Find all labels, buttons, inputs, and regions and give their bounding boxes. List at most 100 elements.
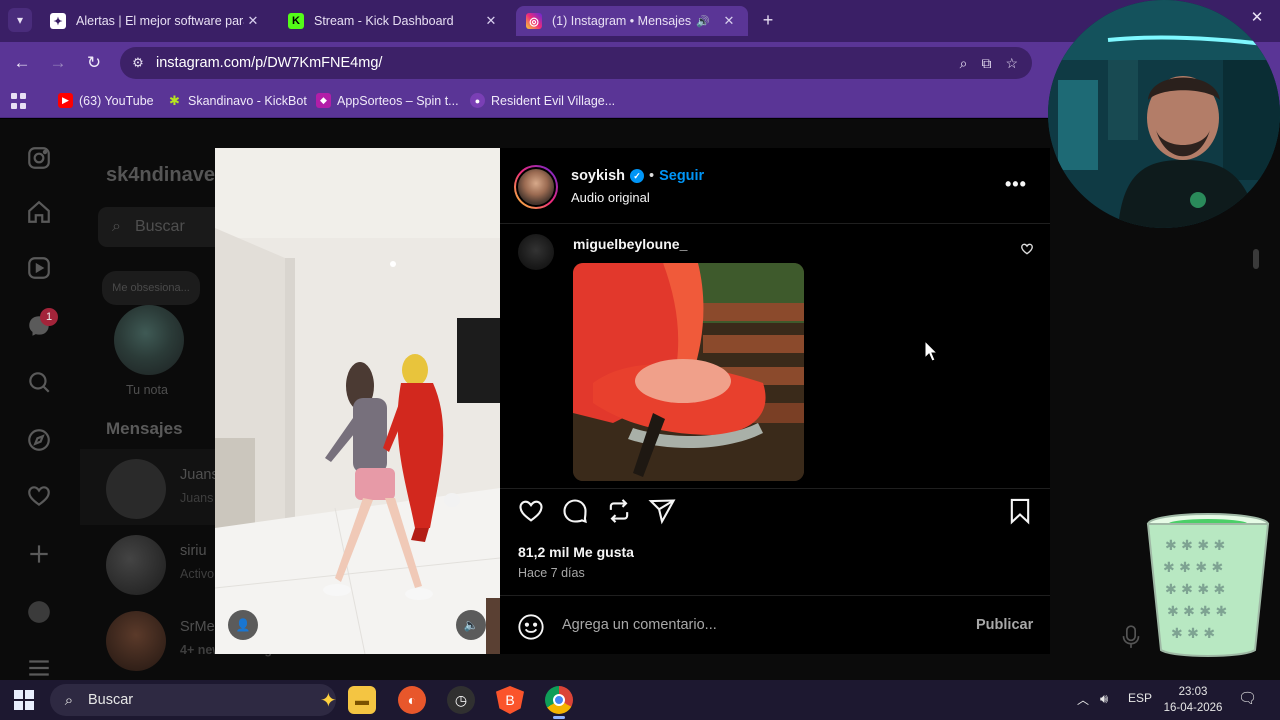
likes-count[interactable]: 81,2 mil Me gusta [518,544,634,560]
windows-taskbar: ⌕ Buscar ✦ ▬ ◐ ◷ B ︿ 🔊︎ ESP 23:03 16-04-… [0,680,1280,720]
chrome-browser-icon[interactable] [545,686,573,719]
more-options-icon[interactable]: ••• [1005,174,1027,195]
reload-icon[interactable]: ↻ [82,52,106,74]
input-language[interactable]: ESP [1128,691,1152,705]
volume-icon[interactable]: 🔊︎ [1100,691,1108,707]
url-text[interactable]: instagram.com/p/DW7KmFNE4mg/ [156,55,960,71]
tab-title: Stream - Kick Dashboard [314,14,454,28]
search-icon[interactable] [26,369,52,395]
bookmark-label: (63) YouTube [79,93,154,108]
bookmark-label: Skandinavo - KickBot [188,93,307,108]
home-icon[interactable] [26,199,52,225]
author-avatar[interactable] [514,165,558,209]
window-close-icon[interactable]: ✕ [1245,8,1269,26]
note-bubble[interactable]: Me obsesiona... [102,271,200,305]
close-icon[interactable]: ✕ [720,13,738,29]
profile-avatar-icon[interactable] [26,599,52,625]
taskbar-search-box[interactable]: ⌕ Buscar ✦ [50,684,337,716]
new-tab-button[interactable]: + [756,9,780,33]
apps-grid-icon[interactable] [11,93,27,109]
screen: ▾ ✦ Alertas | El mejor software para ✕ K… [0,0,1280,720]
comment-composer: Agrega un comentario... Publicar [500,595,1050,654]
reels-icon[interactable] [26,255,52,281]
close-icon[interactable]: ✕ [244,13,262,29]
comment-username[interactable]: miguelbeyloune_ [573,236,687,252]
scrollbar[interactable] [1253,249,1259,269]
windows-start-icon[interactable] [14,690,34,710]
back-arrow-icon[interactable]: ← [10,52,34,74]
bookmark-appsorteos[interactable]: ◆ AppSorteos – Spin t... [316,93,459,108]
tab-kick-dashboard[interactable]: K Stream - Kick Dashboard ✕ [278,6,510,36]
follow-button[interactable]: Seguir [659,168,704,184]
share-send-icon[interactable] [648,497,678,527]
comment-gif[interactable] [573,263,804,481]
app-orange-icon[interactable]: ◐ [398,686,426,714]
brave-browser-icon[interactable]: B [496,686,524,714]
svg-text:✱ ✱ ✱ ✱: ✱ ✱ ✱ ✱ [1163,560,1223,576]
bookmark-label: Resident Evil Village... [491,93,616,108]
alertas-logo-icon: ✦ [50,13,66,29]
publish-button[interactable]: Publicar [976,617,1033,633]
like-heart-icon[interactable] [517,497,547,527]
post-timestamp[interactable]: Hace 7 días [518,566,585,580]
taskbar-search-label: Buscar [88,692,134,708]
account-username[interactable]: sk4ndinave [106,164,215,187]
unread-badge: 1 [40,308,58,326]
bookmark-youtube[interactable]: ▶ (63) YouTube [58,93,154,108]
commenter-avatar[interactable] [518,234,554,270]
avatar [106,535,166,595]
repost-icon[interactable] [605,497,635,527]
explore-compass-icon[interactable] [26,427,52,453]
tab-instagram[interactable]: ◎ (1) Instagram • Mensajes 🔊 ✕ [516,6,748,36]
bookmark-resident-evil[interactable]: ● Resident Evil Village... [470,93,615,108]
address-bar[interactable]: ⚙ instagram.com/p/DW7KmFNE4mg/ ⌕ ⧉ ☆ [120,47,1032,79]
notifications-heart-icon[interactable] [26,483,52,509]
file-explorer-icon[interactable]: ▬ [348,686,376,714]
comment-like-heart-icon[interactable] [1020,242,1034,256]
mic-icon[interactable] [1121,624,1141,650]
audio-link[interactable]: Audio original [571,190,650,205]
audio-toggle-icon[interactable]: 🔈 [456,610,486,640]
system-clock[interactable]: 23:03 16-04-2026 [1160,684,1226,716]
youtube-icon: ▶ [58,93,73,108]
show-hidden-icons-icon[interactable]: ︿ [1077,691,1089,708]
post-video[interactable]: 👤 🔈 [215,148,500,654]
verified-badge-icon: ✓ [630,169,644,183]
site-info-icon[interactable]: ⚙ [120,55,156,71]
install-app-icon[interactable]: ⧉ [981,55,991,72]
close-icon[interactable]: ✕ [482,13,500,29]
conversation-name: Juans [180,467,219,483]
bookmark-kickbot[interactable]: ✱ Skandinavo - KickBot [167,93,307,108]
bookmark-label: AppSorteos – Spin t... [337,93,459,108]
emoji-icon[interactable] [517,613,545,641]
search-icon: ⌕ [112,218,121,235]
search-icon: ⌕ [64,691,74,709]
create-plus-icon[interactable] [26,541,52,567]
tab-alertas[interactable]: ✦ Alertas | El mejor software para ✕ [40,6,272,36]
comment-bubble-icon[interactable] [561,497,591,527]
user-tags-icon[interactable]: 👤 [228,610,258,640]
tab-search-button[interactable]: ▾ [8,8,32,32]
clock-time: 23:03 [1178,686,1208,698]
post-modal: 👤 🔈 soykish ✓ • Seguir Audio original ••… [215,148,1050,654]
save-bookmark-icon[interactable] [1006,497,1036,527]
author-username[interactable]: soykish [571,168,625,184]
bookmark-star-icon[interactable]: ☆ [1005,55,1018,72]
notifications-icon[interactable]: 🗨︎ [1238,689,1257,707]
separator-dot: • [649,168,655,184]
appsorteos-icon: ◆ [316,93,331,108]
comment-input[interactable]: Agrega un comentario... [562,617,717,633]
webcam-image [1048,0,1280,228]
zoom-icon[interactable]: ⌕ [960,55,968,72]
speaker-icon[interactable]: 🔊 [696,15,710,28]
tab-title: (1) Instagram • Mensajes [552,14,692,28]
more-menu-icon[interactable] [26,655,52,680]
note-avatar[interactable] [114,305,184,375]
instagram-logo-icon[interactable] [26,145,52,171]
app-clock-icon[interactable]: ◷ [447,686,475,714]
recycle-bin-icon[interactable]: ✱ ✱ ✱ ✱ ✱ ✱ ✱ ✱ ✱ ✱ ✱ ✱ ✱ ✱ ✱ ✱ ✱ ✱ ✱ [1143,510,1273,660]
forward-arrow-icon[interactable]: → [46,52,70,74]
gif-image [573,263,804,481]
avatar [106,611,166,671]
svg-text:✱ ✱ ✱: ✱ ✱ ✱ [1171,626,1215,642]
